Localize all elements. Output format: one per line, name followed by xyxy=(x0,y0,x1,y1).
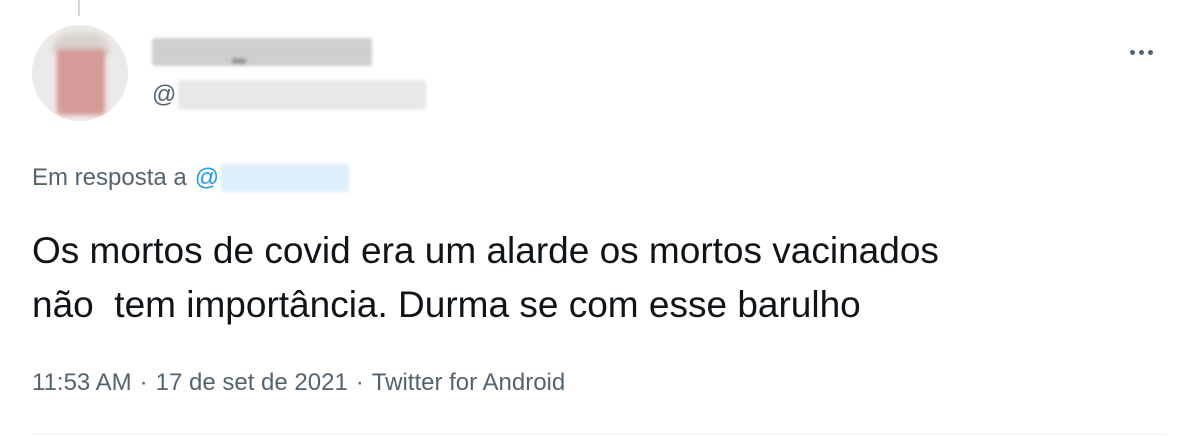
reply-mention-link[interactable]: @ xyxy=(194,164,350,192)
avatar[interactable] xyxy=(32,25,128,121)
tweet-source-link[interactable]: Twitter for Android xyxy=(372,369,565,397)
meta-separator: · xyxy=(355,369,364,396)
tweet-metadata: 11:53 AM · 17 de set de 2021 · Twitter f… xyxy=(32,366,565,400)
tweet-time-link[interactable]: 11:53 AM xyxy=(32,369,132,397)
author-display-name-redacted[interactable] xyxy=(152,38,372,66)
more-horizontal-icon xyxy=(1129,49,1135,55)
avatar-blurred-face xyxy=(57,49,105,115)
bottom-divider xyxy=(32,434,1166,435)
reply-prefix-label: Em resposta a xyxy=(32,164,187,191)
more-options-button[interactable] xyxy=(1124,40,1158,64)
tweet-text: Os mortos de covid era um alarde os mort… xyxy=(32,230,939,325)
handle-redacted xyxy=(178,80,427,110)
mention-at-sign: @ xyxy=(194,164,220,191)
more-horizontal-icon-dot xyxy=(1138,49,1144,55)
meta-separator: · xyxy=(139,369,148,396)
reply-context: Em resposta a @ xyxy=(32,162,350,194)
more-horizontal-icon-dot xyxy=(1147,49,1153,55)
mention-redacted xyxy=(221,164,350,192)
author-handle[interactable]: @ xyxy=(152,80,427,110)
redaction-mark xyxy=(232,58,246,64)
tweet-date-link[interactable]: 17 de set de 2021 xyxy=(156,369,348,397)
handle-at-sign: @ xyxy=(152,81,177,108)
thread-connector-line xyxy=(78,0,80,16)
